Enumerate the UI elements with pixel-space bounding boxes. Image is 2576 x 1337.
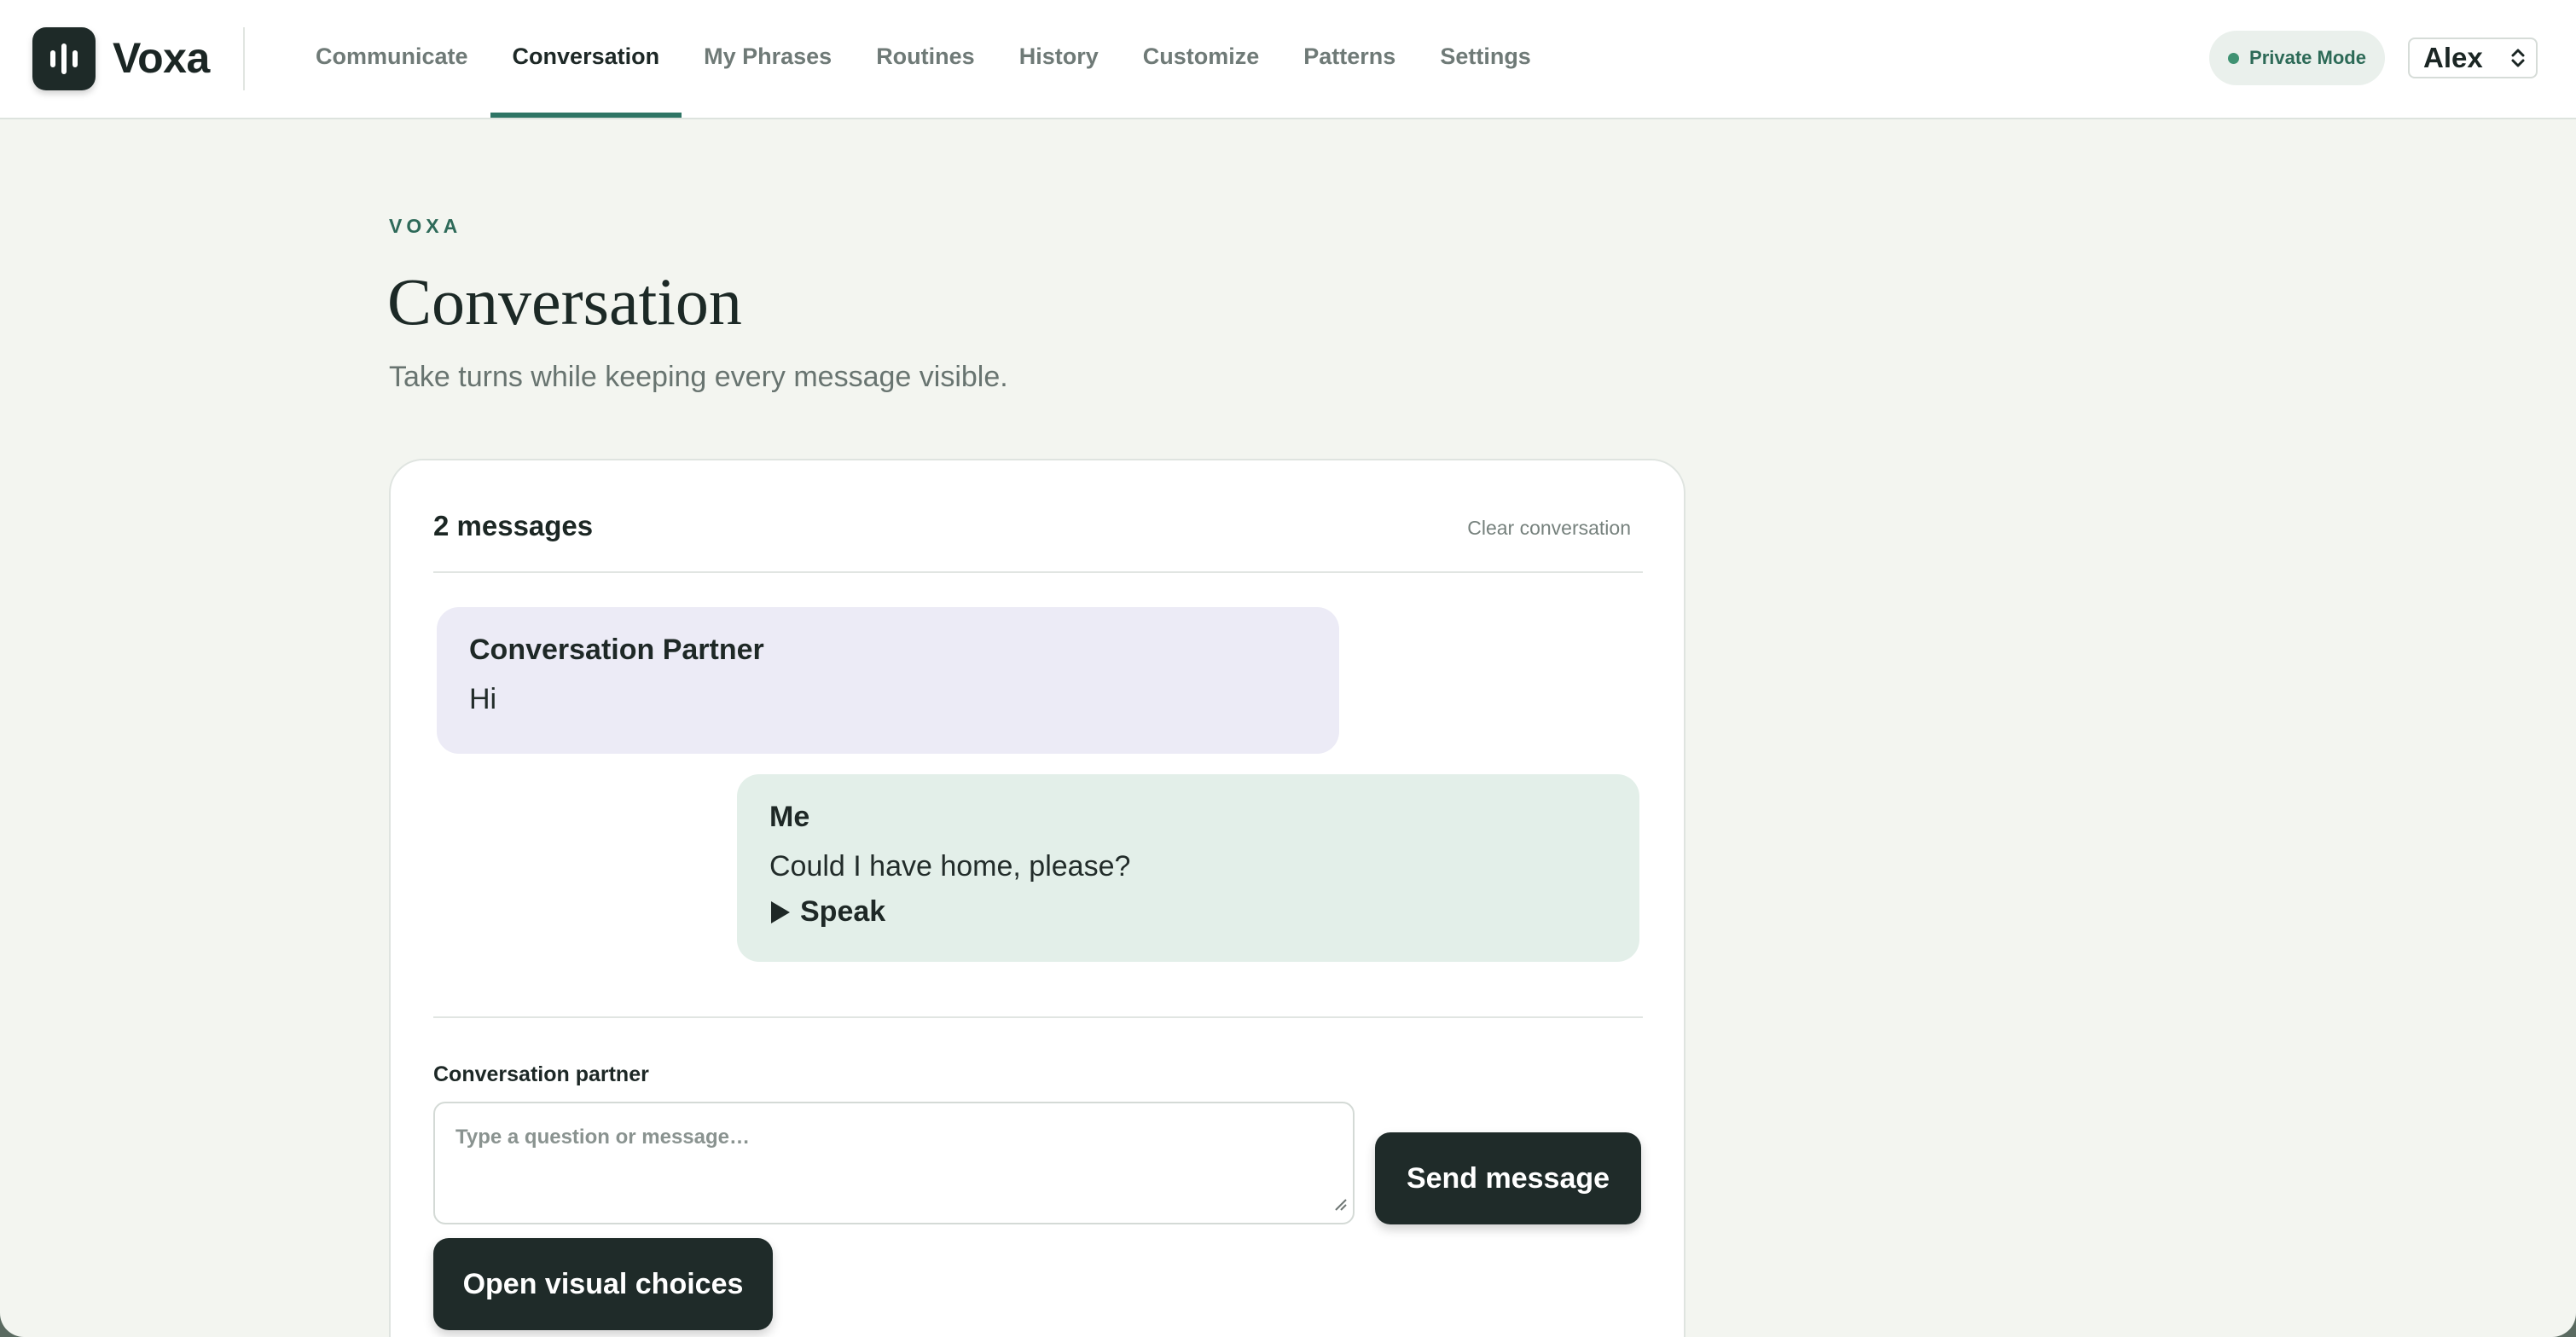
nav-tab-routines[interactable]: Routines xyxy=(854,0,997,118)
conversation-partner-label: Conversation partner xyxy=(433,1062,649,1086)
page-title: Conversation xyxy=(387,264,742,339)
speak-label: Speak xyxy=(800,895,886,928)
message-bubble-partner: Conversation Partner Hi xyxy=(437,607,1339,754)
divider xyxy=(433,1016,1643,1018)
nav-tab-communicate[interactable]: Communicate xyxy=(293,0,490,118)
clear-conversation-button[interactable]: Clear conversation xyxy=(1467,517,1631,540)
nav-tab-history[interactable]: History xyxy=(997,0,1121,118)
status-dot-icon xyxy=(2228,52,2240,64)
speak-button[interactable]: Speak xyxy=(769,895,885,929)
partner-message-placeholder: Type a question or message… xyxy=(455,1126,750,1149)
message-speaker: Me xyxy=(769,801,810,833)
message-count: 2 messages xyxy=(433,510,594,541)
page-subtitle: Take turns while keeping every message v… xyxy=(389,361,1008,393)
top-navigation-bar: Voxa Communicate Conversation My Phrases… xyxy=(0,0,2576,119)
message-text: Hi xyxy=(469,683,497,715)
resize-grip-icon[interactable] xyxy=(1332,1194,1348,1218)
play-icon xyxy=(771,900,790,923)
conversation-card: 2 messages Clear conversation Conversati… xyxy=(389,459,1685,1337)
private-mode-label: Private Mode xyxy=(2249,47,2366,68)
nav-tab-my-phrases[interactable]: My Phrases xyxy=(682,0,854,118)
partner-message-input[interactable]: Type a question or message… xyxy=(433,1102,1355,1224)
send-message-button[interactable]: Send message xyxy=(1375,1132,1641,1224)
message-text: Could I have home, please? xyxy=(769,850,1131,883)
open-visual-choices-button[interactable]: Open visual choices xyxy=(433,1238,773,1330)
nav-tab-settings[interactable]: Settings xyxy=(1418,0,1553,118)
nav-tab-customize[interactable]: Customize xyxy=(1121,0,1282,118)
app-window: Voxa Communicate Conversation My Phrases… xyxy=(0,0,2576,1337)
brand-divider xyxy=(243,27,245,90)
message-speaker: Conversation Partner xyxy=(469,634,764,666)
divider xyxy=(433,571,1643,573)
nav-tab-patterns[interactable]: Patterns xyxy=(1281,0,1418,118)
main-nav: Communicate Conversation My Phrases Rout… xyxy=(293,0,1553,118)
message-bubble-me: Me Could I have home, please? Speak xyxy=(737,774,1639,962)
brand-name[interactable]: Voxa xyxy=(113,31,210,85)
private-mode-badge[interactable]: Private Mode xyxy=(2209,31,2385,85)
user-select-value: Alex xyxy=(2423,42,2483,73)
chevron-updown-icon xyxy=(2509,44,2527,78)
nav-tab-conversation[interactable]: Conversation xyxy=(490,0,682,118)
voice-bars-icon[interactable] xyxy=(32,27,96,90)
page-eyebrow: VOXA xyxy=(389,215,462,237)
user-select[interactable]: Alex xyxy=(2408,38,2538,78)
